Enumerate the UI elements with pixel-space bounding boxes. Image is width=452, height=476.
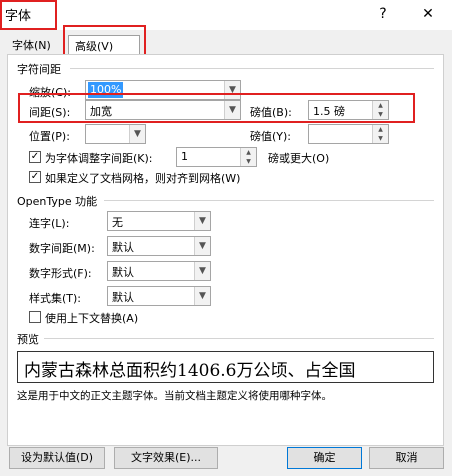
stylistic-label: 样式集(T):	[29, 292, 82, 305]
preview-description: 这是用于中文的正文主题字体。当前文档主题定义将使用哪种字体。	[17, 390, 332, 402]
chevron-down-icon[interactable]: ▼	[194, 262, 210, 280]
opentype-divider	[104, 200, 434, 201]
spinner-arrows-icon[interactable]: ▲ ▼	[372, 125, 388, 143]
kerning-suffix: 磅或更大(O)	[268, 152, 330, 165]
set-default-button[interactable]: 设为默认值(D)	[9, 447, 105, 469]
window-title: 字体	[5, 9, 32, 24]
num-spacing-label: 数字间距(M):	[29, 242, 95, 255]
position-label: 位置(P):	[29, 130, 70, 143]
chevron-down-icon[interactable]: ▼	[194, 287, 210, 305]
num-spacing-combo[interactable]: 默认 ▼	[107, 236, 211, 256]
position-combo[interactable]: ▼	[85, 124, 146, 144]
ligatures-label: 连字(L):	[29, 217, 70, 230]
preview-box: 内蒙古森林总面积约1406.6万公顷、占全国	[17, 351, 434, 383]
help-icon[interactable]: ?	[372, 3, 394, 25]
close-icon[interactable]: ✕	[417, 3, 439, 25]
text-effects-button[interactable]: 文字效果(E)...	[114, 447, 218, 469]
stylistic-value: 默认	[112, 291, 134, 304]
preview-divider	[44, 338, 434, 339]
grid-checkbox[interactable]: ✓	[29, 171, 41, 183]
char-spacing-divider	[70, 68, 434, 69]
cancel-button[interactable]: 取消	[369, 447, 444, 469]
contextual-checkbox[interactable]	[29, 311, 41, 323]
kerning-label: 为字体调整字间距(K):	[45, 152, 153, 165]
num-forms-label: 数字形式(F):	[29, 267, 92, 280]
num-forms-combo[interactable]: 默认 ▼	[107, 261, 211, 281]
tab-font[interactable]: 字体(N)	[6, 35, 57, 54]
chevron-down-icon[interactable]: ▼	[194, 237, 210, 255]
kerning-value: 1	[181, 150, 188, 163]
chevron-down-icon[interactable]: ▼	[129, 125, 145, 143]
position-by-spinner[interactable]: ▲ ▼	[308, 124, 389, 144]
ligatures-combo[interactable]: 无 ▼	[107, 211, 211, 231]
tab-highlight-box	[63, 25, 146, 56]
grid-label: 如果定义了文档网格，则对齐到网格(W)	[45, 172, 241, 185]
kerning-spinner[interactable]: 1 ▲ ▼	[176, 147, 257, 167]
spinner-arrows-icon[interactable]: ▲ ▼	[240, 148, 256, 166]
contextual-label: 使用上下文替换(A)	[45, 312, 139, 325]
opentype-section-title: OpenType 功能	[17, 195, 98, 208]
ligatures-value: 无	[112, 216, 123, 229]
ok-button[interactable]: 确定	[287, 447, 362, 469]
chevron-down-icon[interactable]: ▼	[194, 212, 210, 230]
preview-sample-text: 内蒙古森林总面积约1406.6万公顷、占全国	[24, 361, 356, 381]
preview-section-title: 预览	[17, 333, 39, 346]
spacing-highlight-box	[18, 93, 415, 123]
char-spacing-section-title: 字符间距	[17, 63, 61, 76]
num-forms-value: 默认	[112, 266, 134, 279]
num-spacing-value: 默认	[112, 241, 134, 254]
stylistic-combo[interactable]: 默认 ▼	[107, 286, 211, 306]
position-by-label: 磅值(Y):	[250, 130, 292, 143]
kerning-checkbox[interactable]: ✓	[29, 151, 41, 163]
